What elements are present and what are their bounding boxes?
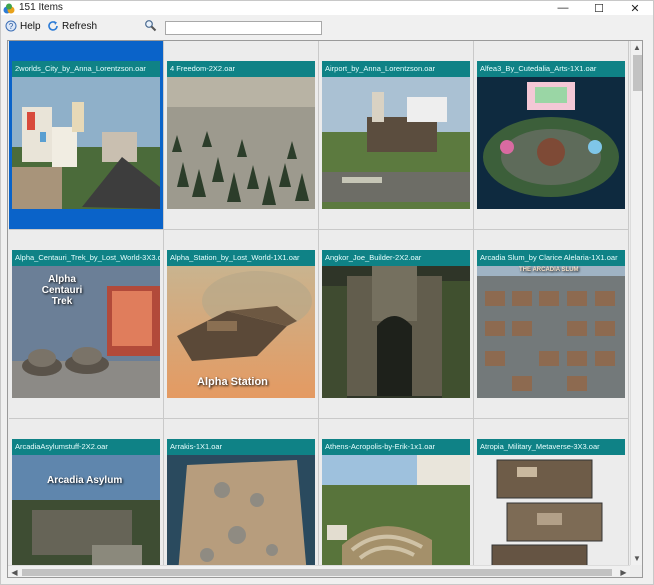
thumbnail-title: Alpha Centauri Trek bbox=[41, 274, 83, 307]
item-label: Athens-Acropolis-by-Erik-1x1.oar bbox=[322, 439, 470, 455]
item-cell[interactable]: Alpha_Centauri_Trek_by_Lost_World-3X3.oa… bbox=[9, 230, 164, 419]
item-label: 2worlds_City_by_Anna_Lorentzson.oar bbox=[12, 61, 160, 77]
item-thumbnail: Arcadia Asylum bbox=[12, 455, 160, 577]
refresh-label: Refresh bbox=[62, 20, 98, 32]
item-label: Atropia_Military_Metaverse-3X3.oar bbox=[477, 439, 625, 455]
item-thumbnail bbox=[12, 77, 160, 209]
refresh-button[interactable]: Refresh bbox=[47, 18, 97, 34]
help-icon: ? bbox=[5, 20, 17, 32]
item-thumbnail bbox=[167, 455, 315, 577]
vertical-scrollbar[interactable]: ▲ ▼ bbox=[630, 41, 642, 565]
window-title: 151 Items bbox=[19, 2, 63, 13]
item-label: Angkor_Joe_Builder-2X2.oar bbox=[322, 250, 470, 266]
item-cell[interactable]: ArcadiaAsylumstuff-2X2.oar Arcadia Asylu… bbox=[9, 419, 164, 577]
item-label: Arrakis-1X1.oar bbox=[167, 439, 315, 455]
app-window: 151 Items — ☐ ✕ ? Help Refresh 2worlds_C… bbox=[0, 0, 654, 585]
item-thumbnail bbox=[477, 455, 625, 577]
item-cell[interactable]: Atropia_Military_Metaverse-3X3.oar bbox=[474, 419, 629, 577]
item-cell[interactable]: Arcadia Slum_by Clarice Alelaria-1X1.oar bbox=[474, 230, 629, 419]
scroll-right-icon[interactable]: ▶ bbox=[617, 566, 630, 577]
item-cell[interactable]: Angkor_Joe_Builder-2X2.oar bbox=[319, 230, 474, 419]
item-label: ArcadiaAsylumstuff-2X2.oar bbox=[12, 439, 160, 455]
close-button[interactable]: ✕ bbox=[619, 1, 651, 15]
item-thumbnail bbox=[322, 77, 470, 209]
thumbnail-title: THE ARCADIA SLUM bbox=[519, 267, 579, 273]
toolbar: ? Help Refresh bbox=[1, 16, 653, 36]
help-button[interactable]: ? Help bbox=[5, 18, 41, 34]
horizontal-scroll-thumb[interactable] bbox=[22, 569, 612, 576]
vertical-scroll-thumb[interactable] bbox=[633, 55, 642, 91]
item-thumbnail: Alpha Centauri Trek bbox=[12, 266, 160, 398]
refresh-icon bbox=[47, 20, 59, 32]
horizontal-scrollbar[interactable]: ◀ ▶ bbox=[8, 565, 630, 577]
scroll-up-icon[interactable]: ▲ bbox=[631, 41, 642, 54]
thumbnail-title: Arcadia Asylum bbox=[47, 475, 123, 486]
item-cell[interactable]: Arrakis-1X1.oar bbox=[164, 419, 319, 577]
item-cell[interactable]: 4 Freedom-2X2.oar bbox=[164, 41, 319, 230]
item-cell[interactable]: 2worlds_City_by_Anna_Lorentzson.oar bbox=[9, 41, 164, 230]
item-label: Alpha_Centauri_Trek_by_Lost_World-3X3.oa… bbox=[12, 250, 160, 266]
help-label: Help bbox=[20, 20, 41, 32]
item-cell[interactable]: Athens-Acropolis-by-Erik-1x1.oar bbox=[319, 419, 474, 577]
item-thumbnail bbox=[322, 455, 470, 577]
scroll-left-icon[interactable]: ◀ bbox=[8, 566, 21, 577]
item-cell[interactable]: Airport_by_Anna_Lorentzson.oar bbox=[319, 41, 474, 230]
item-cell[interactable]: Alfea3_By_Cutedalia_Arts-1X1.oar bbox=[474, 41, 629, 230]
search-input[interactable] bbox=[165, 21, 322, 35]
maximize-button[interactable]: ☐ bbox=[583, 1, 615, 15]
item-label: Alfea3_By_Cutedalia_Arts-1X1.oar bbox=[477, 61, 625, 77]
svg-text:?: ? bbox=[9, 22, 14, 31]
title-bar[interactable]: 151 Items — ☐ ✕ bbox=[1, 1, 653, 15]
app-icon bbox=[3, 2, 15, 14]
item-label: 4 Freedom-2X2.oar bbox=[167, 61, 315, 77]
item-thumbnail bbox=[477, 77, 625, 209]
thumbnail-title: Alpha Station bbox=[197, 376, 268, 388]
item-label: Airport_by_Anna_Lorentzson.oar bbox=[322, 61, 470, 77]
item-thumbnail bbox=[167, 77, 315, 209]
item-cell[interactable]: Alpha_Station_by_Lost_World-1X1.oar Alph… bbox=[164, 230, 319, 419]
item-thumbnail bbox=[322, 266, 470, 398]
item-thumbnail: THE ARCADIA SLUM bbox=[477, 266, 625, 398]
minimize-button[interactable]: — bbox=[547, 1, 579, 15]
scroll-down-icon[interactable]: ▼ bbox=[631, 552, 642, 565]
items-panel: 2worlds_City_by_Anna_Lorentzson.oar 4 Fr… bbox=[7, 40, 643, 578]
search-icon[interactable] bbox=[144, 19, 157, 32]
item-thumbnail: Alpha Station bbox=[167, 266, 315, 398]
item-label: Arcadia Slum_by Clarice Alelaria-1X1.oar bbox=[477, 250, 625, 266]
item-label: Alpha_Station_by_Lost_World-1X1.oar bbox=[167, 250, 315, 266]
